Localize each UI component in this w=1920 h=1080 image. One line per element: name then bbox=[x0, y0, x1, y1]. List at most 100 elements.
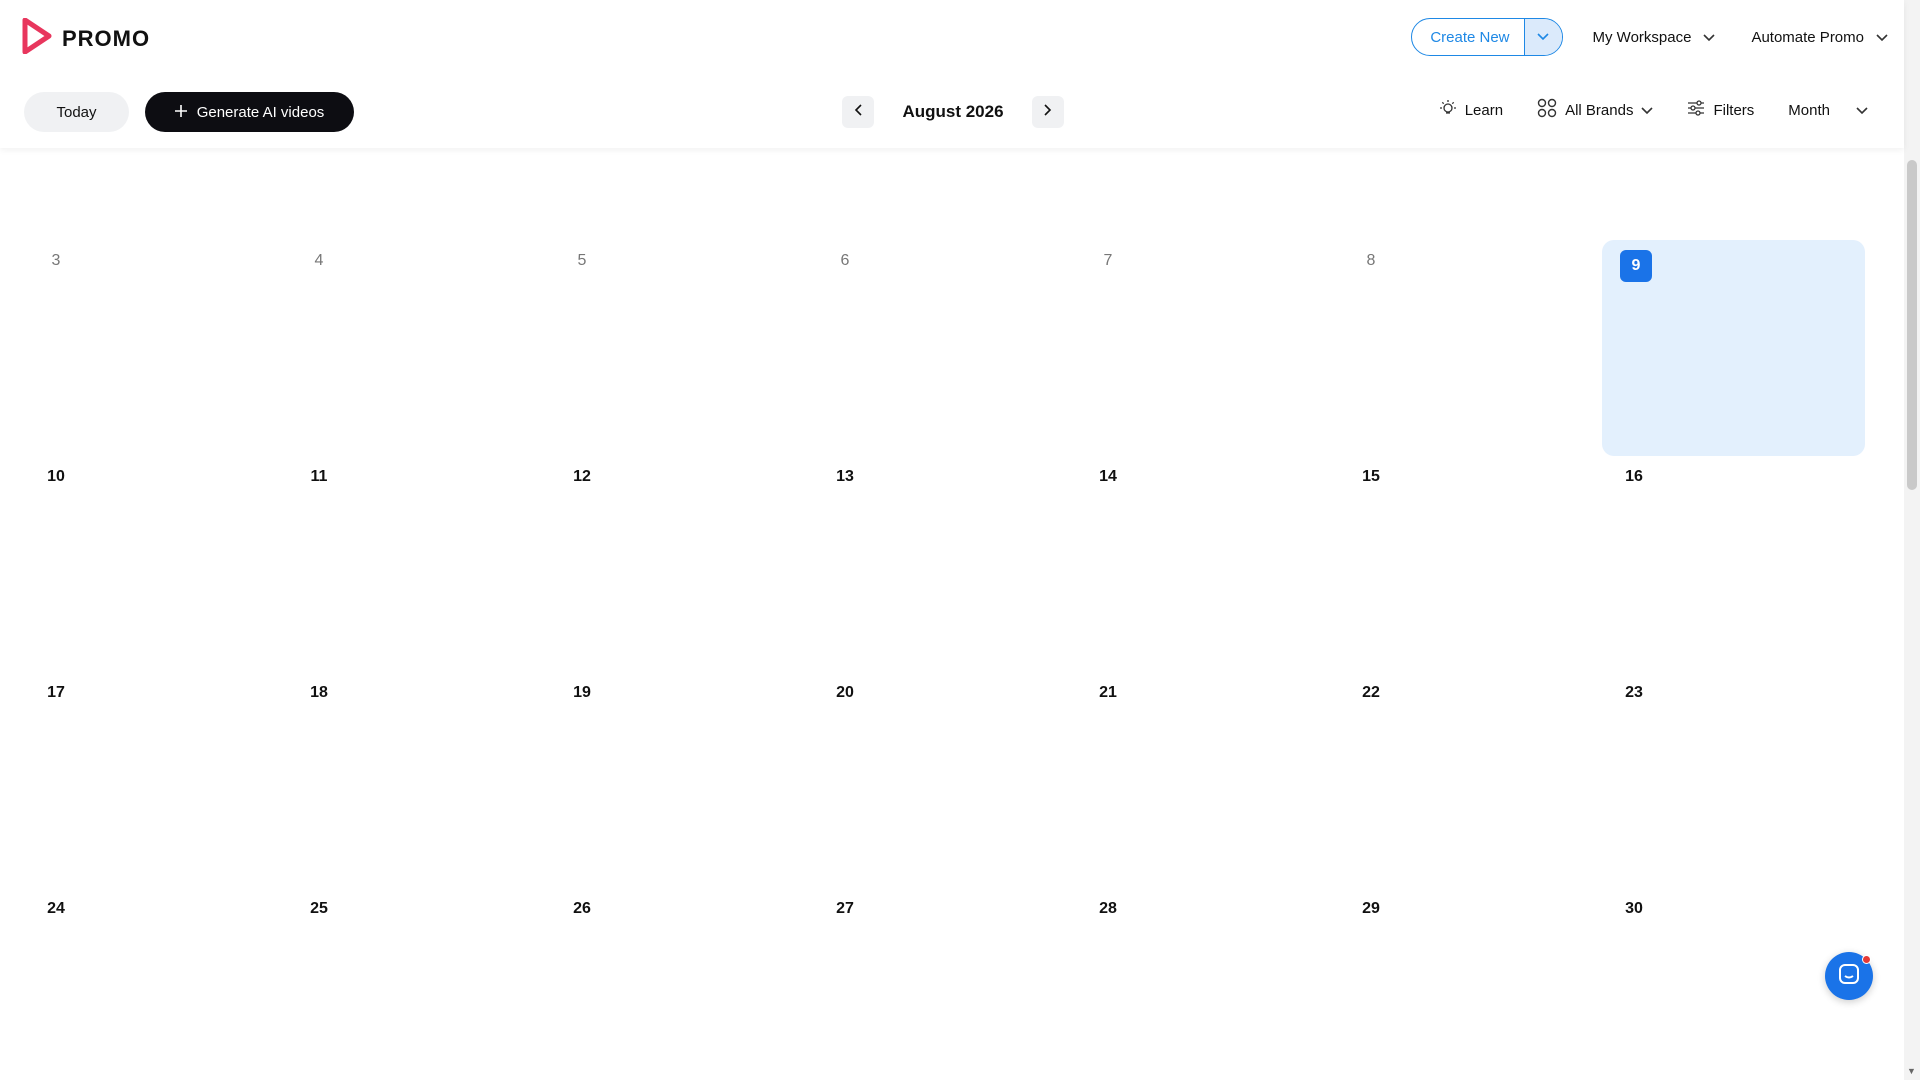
workspace-label: My Workspace bbox=[1592, 28, 1692, 46]
day-number: 30 bbox=[1625, 900, 1643, 917]
day-number: 4 bbox=[314, 252, 324, 269]
day-number: 3 bbox=[51, 252, 61, 269]
calendar-week-row: 24 25 26 27 28 29 30 bbox=[24, 888, 1872, 1080]
chat-icon bbox=[1838, 963, 1860, 990]
month-navigator: August 2026 bbox=[842, 96, 1064, 128]
create-new-button[interactable]: Create New bbox=[1411, 18, 1563, 56]
brands-dropdown[interactable]: All Brands bbox=[1537, 98, 1654, 122]
day-number: 7 bbox=[1103, 252, 1113, 269]
chevron-down-icon bbox=[1641, 102, 1654, 119]
day-number: 13 bbox=[836, 468, 854, 485]
view-dropdown[interactable]: Month bbox=[1788, 102, 1868, 119]
day-number: 5 bbox=[577, 252, 587, 269]
calendar-day-cell[interactable]: 25 bbox=[287, 888, 550, 1080]
day-number: 24 bbox=[47, 900, 65, 917]
day-number: 23 bbox=[1625, 684, 1643, 701]
logo[interactable]: PROMO bbox=[22, 17, 151, 59]
calendar-day-cell[interactable]: 7 bbox=[1076, 240, 1339, 456]
calendar-day-cell[interactable]: 16 bbox=[1602, 456, 1865, 672]
filters-button[interactable]: Filters bbox=[1687, 100, 1754, 120]
create-new-label[interactable]: Create New bbox=[1412, 19, 1523, 55]
calendar-day-cell[interactable]: 28 bbox=[1076, 888, 1339, 1080]
calendar-day-cell[interactable]: 23 bbox=[1602, 672, 1865, 888]
day-number: 20 bbox=[836, 684, 854, 701]
prev-month-button[interactable] bbox=[842, 96, 874, 128]
day-number: 12 bbox=[573, 468, 591, 485]
day-number: 16 bbox=[1625, 468, 1643, 485]
filters-label: Filters bbox=[1713, 101, 1755, 119]
current-month-label: August 2026 bbox=[902, 102, 1004, 121]
calendar-day-cell[interactable]: 12 bbox=[550, 456, 813, 672]
day-number: 28 bbox=[1099, 900, 1117, 917]
day-number: 9 bbox=[1620, 250, 1652, 282]
calendar-day-cell[interactable]: 19 bbox=[550, 672, 813, 888]
learn-label: Learn bbox=[1464, 101, 1504, 119]
next-month-button[interactable] bbox=[1032, 96, 1064, 128]
vertical-scrollbar[interactable]: ▼ bbox=[1904, 0, 1920, 1080]
calendar-week-row: 3 4 5 6 7 8 9 bbox=[24, 240, 1872, 456]
calendar-week-row: 17 18 19 20 21 22 23 bbox=[24, 672, 1872, 888]
calendar-day-cell[interactable]: 11 bbox=[287, 456, 550, 672]
lightbulb-icon bbox=[1439, 99, 1457, 121]
calendar-day-cell[interactable]: 8 bbox=[1339, 240, 1602, 456]
calendar-day-cell[interactable]: 17 bbox=[24, 672, 287, 888]
learn-button[interactable]: Learn bbox=[1439, 99, 1503, 121]
chevron-down-icon bbox=[1703, 29, 1716, 46]
calendar-day-cell[interactable]: 3 bbox=[24, 240, 287, 456]
scroll-down-arrow-icon[interactable]: ▼ bbox=[1907, 1066, 1916, 1076]
calendar-day-cell[interactable]: 22 bbox=[1339, 672, 1602, 888]
chevron-down-icon bbox=[1856, 102, 1868, 119]
calendar-day-cell[interactable]: 4 bbox=[287, 240, 550, 456]
promo-logo-icon bbox=[22, 17, 52, 59]
chat-widget-button[interactable] bbox=[1825, 952, 1873, 1000]
brands-label: All Brands bbox=[1565, 101, 1634, 119]
day-number: 15 bbox=[1362, 468, 1380, 485]
calendar-day-cell[interactable]: 13 bbox=[813, 456, 1076, 672]
calendar-day-cell[interactable]: 27 bbox=[813, 888, 1076, 1080]
day-number: 18 bbox=[310, 684, 328, 701]
top-bar: PROMO Create New My Workspace Automate P… bbox=[0, 0, 1904, 148]
sliders-icon bbox=[1687, 100, 1705, 120]
notification-dot bbox=[1862, 955, 1871, 964]
day-number: 27 bbox=[836, 900, 854, 917]
day-number: 6 bbox=[840, 252, 850, 269]
calendar-day-cell[interactable]: 21 bbox=[1076, 672, 1339, 888]
day-number: 17 bbox=[47, 684, 65, 701]
scrollbar-thumb[interactable] bbox=[1907, 160, 1917, 490]
day-number: 25 bbox=[310, 900, 328, 917]
account-dropdown[interactable]: Automate Promo bbox=[1745, 29, 1894, 46]
calendar-day-cell[interactable]: 20 bbox=[813, 672, 1076, 888]
workspace-dropdown[interactable]: My Workspace bbox=[1587, 29, 1722, 46]
month-calendar-grid: 3 4 5 6 7 8 9 10 11 12 13 14 15 16 17 18 19 20 21 22 23 24 25 2… bbox=[24, 240, 1872, 1080]
logo-text: PROMO bbox=[62, 25, 151, 51]
day-number: 14 bbox=[1099, 468, 1117, 485]
today-button[interactable]: Today bbox=[24, 92, 129, 132]
day-number: 21 bbox=[1099, 684, 1117, 701]
generate-label: Generate AI videos bbox=[196, 103, 325, 121]
generate-ai-videos-button[interactable]: Generate AI videos bbox=[145, 92, 354, 132]
calendar-day-cell[interactable]: 10 bbox=[24, 456, 287, 672]
calendar-day-today[interactable]: 9 bbox=[1602, 240, 1865, 456]
calendar-day-cell[interactable]: 26 bbox=[550, 888, 813, 1080]
calendar-day-cell[interactable]: 14 bbox=[1076, 456, 1339, 672]
calendar-day-cell[interactable]: 18 bbox=[287, 672, 550, 888]
calendar-week-row: 10 11 12 13 14 15 16 bbox=[24, 456, 1872, 672]
day-number: 11 bbox=[310, 468, 328, 485]
view-label: Month bbox=[1788, 101, 1830, 119]
day-number: 22 bbox=[1362, 684, 1380, 701]
calendar-day-cell[interactable]: 15 bbox=[1339, 456, 1602, 672]
chevron-down-icon[interactable] bbox=[1523, 19, 1562, 55]
chevron-left-icon bbox=[854, 103, 862, 121]
calendar-day-cell[interactable]: 6 bbox=[813, 240, 1076, 456]
day-number: 10 bbox=[47, 468, 65, 485]
chevron-down-icon bbox=[1876, 29, 1888, 46]
calendar-day-cell[interactable]: 29 bbox=[1339, 888, 1602, 1080]
day-number: 8 bbox=[1366, 252, 1376, 269]
chevron-right-icon bbox=[1044, 103, 1052, 121]
calendar-day-cell[interactable]: 5 bbox=[550, 240, 813, 456]
day-number: 29 bbox=[1362, 900, 1380, 917]
calendar-day-cell[interactable]: 24 bbox=[24, 888, 287, 1080]
grid-icon bbox=[1537, 98, 1557, 122]
day-number: 19 bbox=[573, 684, 591, 701]
day-number: 26 bbox=[573, 900, 591, 917]
